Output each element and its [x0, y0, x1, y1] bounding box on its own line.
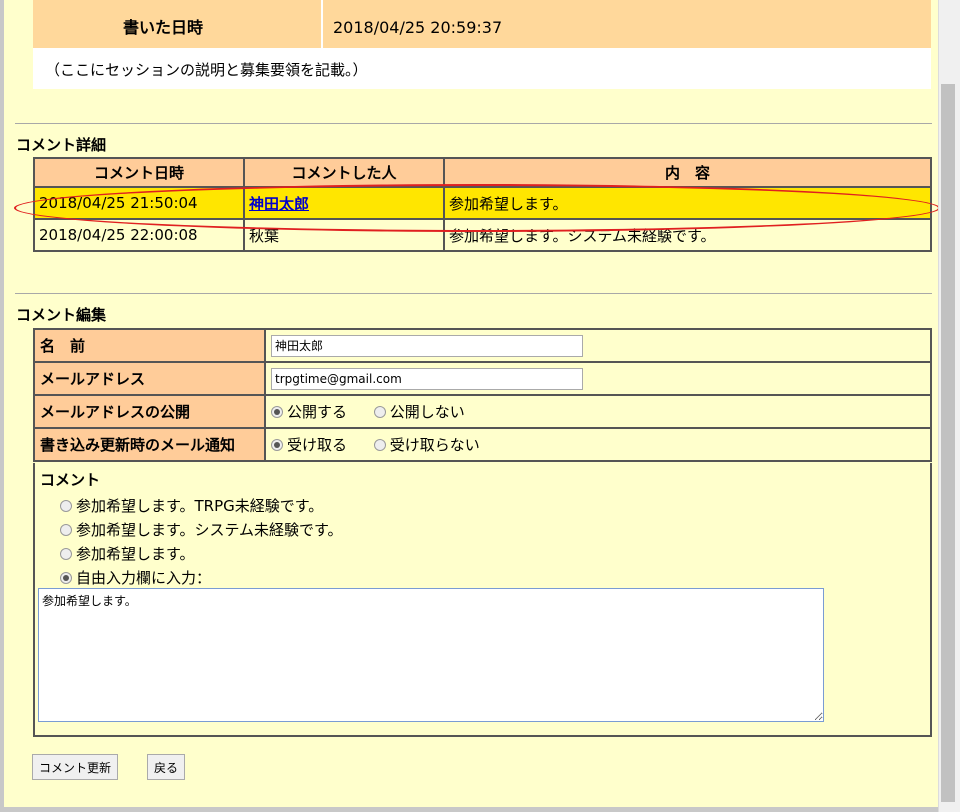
table-header-row: コメント日時 コメントした人 内 容 [33, 157, 932, 188]
written-datetime-row: 書いた日時 2018/04/25 20:59:37 [33, 0, 931, 49]
comment-option[interactable]: 参加希望します。システム未経験です。 [60, 519, 343, 540]
email-public-option-no: 公開しない [389, 403, 465, 421]
name-row: 名 前 [33, 328, 932, 363]
column-header-person: コメントした人 [243, 157, 445, 188]
table-row: 2018/04/25 22:00:08 秋葉 参加希望します。システム未経験です… [33, 218, 932, 252]
email-public-radio-no[interactable] [373, 405, 386, 418]
notify-label: 書き込み更新時のメール通知 [33, 427, 266, 462]
comment-edit-title: コメント編集 [16, 306, 107, 324]
written-datetime-label: 書いた日時 [122, 18, 203, 37]
email-cell [264, 361, 932, 396]
table-row: 2018/04/25 21:50:04 神田太郎 参加希望します。 [33, 186, 932, 220]
column-header-content: 内 容 [443, 157, 932, 188]
comment-date: 2018/04/25 22:00:08 [33, 218, 245, 252]
email-public-option-yes: 公開する [287, 403, 348, 421]
notify-row: 書き込み更新時のメール通知 受け取る 受け取らない [33, 427, 932, 462]
notify-option-no: 受け取らない [389, 436, 480, 454]
email-public-row: メールアドレスの公開 公開する 公開しない [33, 394, 932, 429]
radio-icon [60, 571, 72, 584]
comment-option-label: 参加希望します。TRPG未経験です。 [76, 497, 324, 515]
comment-date: 2018/04/25 21:50:04 [33, 186, 245, 220]
email-public-radio-yes[interactable] [271, 405, 283, 418]
radio-icon [60, 547, 72, 560]
email-public-cell: 公開する 公開しない [264, 394, 932, 429]
comment-content: 参加希望します。システム未経験です。 [443, 218, 932, 252]
update-comment-button[interactable]: コメント更新 [32, 754, 119, 780]
window-frame-left [0, 0, 4, 812]
name-label: 名 前 [33, 328, 266, 363]
comment-details-title: コメント詳細 [16, 136, 107, 154]
comment-edit-form: 名 前 メールアドレス メールアドレスの公開 公開する 公開しない 書き込み更新… [33, 328, 932, 462]
back-button[interactable]: 戻る [147, 754, 186, 780]
radio-icon [60, 499, 72, 512]
name-cell [264, 328, 932, 363]
comment-section: コメント 参加希望します。TRPG未経験です。 参加希望します。システム未経験で… [33, 463, 932, 737]
radio-icon [60, 523, 72, 536]
column-header-date: コメント日時 [33, 157, 245, 188]
comment-option-free-input[interactable]: 自由入力欄に入力： [60, 567, 211, 588]
comment-details-table: コメント日時 コメントした人 内 容 2018/04/25 21:50:04 神… [33, 157, 932, 252]
divider [15, 293, 932, 294]
comment-option-label: 参加希望します。 [76, 545, 195, 563]
window-frame-bottom [0, 807, 938, 812]
name-input[interactable] [271, 334, 583, 357]
comment-content: 参加希望します。 [443, 186, 932, 220]
scrollbar-thumb[interactable] [941, 84, 955, 802]
comment-option[interactable]: 参加希望します。TRPG未経験です。 [60, 495, 323, 516]
email-row: メールアドレス [33, 361, 932, 396]
notify-cell: 受け取る 受け取らない [264, 427, 932, 462]
divider [15, 123, 932, 124]
session-description-box: （ここにセッションの説明と募集要領を記載。） [33, 49, 931, 89]
written-datetime-value: 2018/04/25 20:59:37 [333, 18, 503, 37]
comment-option[interactable]: 参加希望します。 [60, 543, 195, 564]
comment-option-label: 参加希望します。システム未経験です。 [76, 521, 343, 539]
notify-radio-no[interactable] [373, 438, 386, 451]
comment-option-label: 自由入力欄に入力： [76, 569, 212, 587]
notify-option-yes: 受け取る [287, 436, 348, 454]
comment-person-link[interactable]: 神田太郎 [249, 195, 309, 213]
session-description: （ここにセッションの説明と募集要領を記載。） [45, 61, 368, 79]
comment-person: 秋葉 [243, 218, 445, 252]
notify-radio-yes[interactable] [271, 438, 283, 451]
email-label: メールアドレス [33, 361, 266, 396]
comment-textarea[interactable]: 参加希望します。 [38, 588, 824, 722]
cell-divider [321, 0, 323, 48]
comment-person-cell: 神田太郎 [243, 186, 445, 220]
email-input[interactable] [271, 367, 583, 390]
email-public-label: メールアドレスの公開 [33, 394, 266, 429]
comment-label: コメント [40, 471, 101, 489]
